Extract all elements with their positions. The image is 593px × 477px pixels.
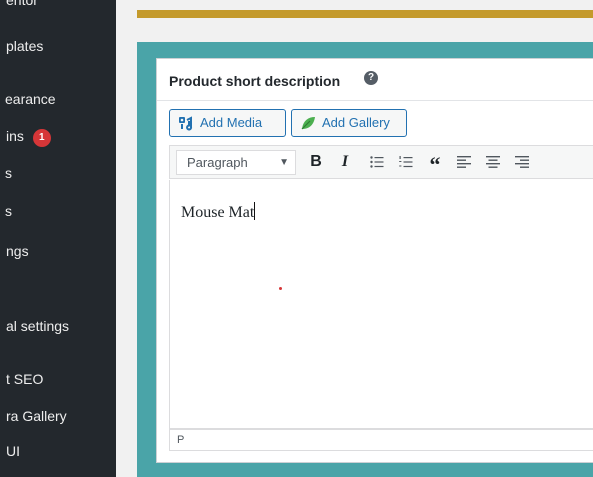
text-caret (254, 202, 256, 220)
red-dot-marker (279, 287, 282, 290)
sidebar-item-seo[interactable]: t SEO (6, 366, 122, 392)
editor-path-statusbar[interactable]: P (169, 429, 593, 451)
sidebar-item-ui[interactable]: UI (6, 438, 122, 464)
sidebar-item-appearance[interactable]: earance (5, 86, 121, 112)
editor-text-content: Mouse Mat (181, 204, 255, 221)
editor-content-area[interactable]: Mouse Mat (169, 180, 593, 429)
sidebar-item-mentor[interactable]: entor (6, 0, 122, 13)
sidebar-item-gallery[interactable]: ra Gallery (6, 403, 122, 429)
admin-sidebar: entor plates earance ins 1 s s ngs al se… (0, 0, 116, 477)
metabox-title: Product short description (169, 73, 341, 89)
editor-text: Mouse Mat (181, 202, 256, 222)
sidebar-item-label: s (5, 203, 12, 219)
sidebar-item-label: s (5, 165, 12, 181)
bold-button[interactable]: B (305, 151, 327, 173)
sidebar-item-label: ins (6, 128, 24, 144)
sidebar-item-label: UI (6, 443, 20, 459)
gold-accent-bar (137, 10, 593, 18)
add-gallery-label: Add Gallery (322, 115, 390, 130)
align-center-icon[interactable] (482, 151, 504, 173)
sidebar-item-label: t SEO (6, 371, 44, 387)
add-gallery-button[interactable]: Add Gallery (291, 109, 407, 137)
bullet-list-icon[interactable] (366, 151, 388, 173)
chevron-down-icon: ▼ (279, 157, 289, 168)
media-icon (179, 116, 193, 131)
sidebar-item-label: ra Gallery (6, 408, 67, 424)
sidebar-item-label: plates (6, 38, 44, 54)
sidebar-item-label: earance (5, 91, 56, 107)
sidebar-item-label: ngs (6, 243, 29, 259)
format-select[interactable]: Paragraph ▼ (176, 150, 296, 175)
align-right-icon[interactable] (511, 151, 533, 173)
sidebar-item-settings[interactable]: ngs (6, 238, 122, 264)
update-count-badge: 1 (32, 129, 51, 147)
sidebar-item-plugins[interactable]: ins 1 (6, 123, 122, 149)
metabox-header: Product short description ? (157, 59, 593, 101)
blockquote-icon[interactable]: “ (424, 151, 446, 177)
sidebar-item-users[interactable]: s (5, 160, 121, 186)
add-media-label: Add Media (200, 115, 263, 130)
sidebar-item-global-settings[interactable]: al settings (6, 313, 122, 339)
sidebar-item-label: al settings (6, 318, 70, 334)
sidebar-item-tools[interactable]: s (5, 198, 121, 224)
short-description-metabox: Product short description ? Add Media Ad… (156, 58, 593, 463)
format-select-value: Paragraph (187, 155, 248, 170)
editor-toolbar: Paragraph ▼ B I “ (169, 145, 593, 179)
numbered-list-icon[interactable] (395, 151, 417, 173)
leaf-icon (301, 117, 315, 130)
align-left-icon[interactable] (453, 151, 475, 173)
add-media-button[interactable]: Add Media (169, 109, 286, 137)
italic-button[interactable]: I (334, 151, 356, 173)
sidebar-item-label: entor (6, 0, 38, 8)
element-path: P (177, 434, 185, 446)
sidebar-item-templates[interactable]: plates (6, 33, 122, 59)
help-icon[interactable]: ? (364, 71, 378, 85)
